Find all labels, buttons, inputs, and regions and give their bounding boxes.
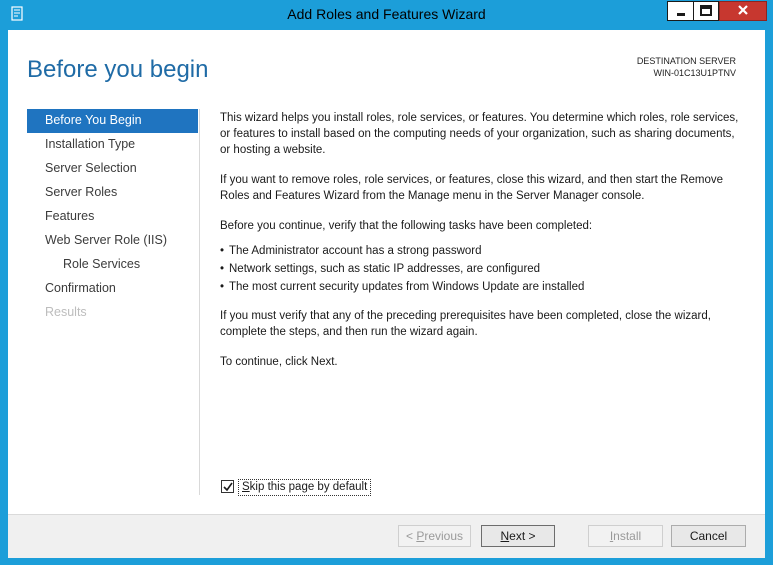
cancel-button[interactable]: Cancel: [671, 525, 746, 547]
nav-item-server-selection[interactable]: Server Selection: [27, 157, 198, 181]
minimize-icon: [677, 13, 685, 16]
nav-item-features[interactable]: Features: [27, 205, 198, 229]
nav-item-installation-type[interactable]: Installation Type: [27, 133, 198, 157]
skip-page-label[interactable]: Skip this page by default: [238, 479, 372, 496]
remove-paragraph: If you want to remove roles, role servic…: [220, 174, 724, 202]
wizard-client-area: Before you begin DESTINATION SERVER WIN-…: [8, 30, 765, 558]
close-button[interactable]: [719, 1, 767, 21]
close-icon: [738, 5, 748, 15]
minimize-button[interactable]: [667, 1, 693, 21]
checkmark-icon: [223, 482, 233, 492]
list-item: The Administrator account has a strong p…: [220, 242, 745, 260]
nav-item-web-server-role[interactable]: Web Server Role (IIS): [27, 229, 198, 253]
destination-server-label: DESTINATION SERVER: [636, 56, 736, 66]
next-button[interactable]: Next >: [481, 525, 555, 547]
page-title: Before you begin: [27, 56, 209, 83]
intro-paragraph: This wizard helps you install roles, rol…: [220, 112, 739, 156]
previous-button: < Previous: [398, 525, 471, 547]
prerequisites-paragraph: If you must verify that any of the prece…: [220, 310, 711, 338]
verify-paragraph: Before you continue, verify that the fol…: [220, 220, 593, 232]
maximize-icon: [700, 5, 712, 16]
continue-paragraph: To continue, click Next.: [220, 356, 338, 368]
wizard-steps-nav: Before You Begin Installation Type Serve…: [27, 109, 198, 325]
window-title: Add Roles and Features Wizard: [287, 6, 486, 22]
destination-server-value: WIN-01C13U1PTNV: [653, 68, 736, 78]
wizard-content: This wizard helps you install roles, rol…: [220, 110, 745, 384]
nav-item-before-you-begin[interactable]: Before You Begin: [27, 109, 198, 133]
nav-item-results: Results: [45, 305, 87, 319]
maximize-button[interactable]: [693, 1, 719, 21]
list-item: The most current security updates from W…: [220, 278, 745, 296]
nav-divider: [199, 109, 200, 495]
wizard-footer: < Previous Next > Install Cancel: [8, 514, 765, 558]
prerequisite-list: The Administrator account has a strong p…: [220, 242, 745, 296]
skip-page-checkbox[interactable]: [221, 480, 234, 493]
install-button: Install: [588, 525, 663, 547]
nav-item-server-roles[interactable]: Server Roles: [27, 181, 198, 205]
nav-item-role-services[interactable]: Role Services: [27, 253, 198, 277]
wizard-window: Add Roles and Features Wizard Before you…: [0, 0, 773, 565]
list-item: Network settings, such as static IP addr…: [220, 260, 745, 278]
title-bar[interactable]: Add Roles and Features Wizard: [0, 0, 773, 30]
nav-item-confirmation[interactable]: Confirmation: [27, 277, 198, 301]
